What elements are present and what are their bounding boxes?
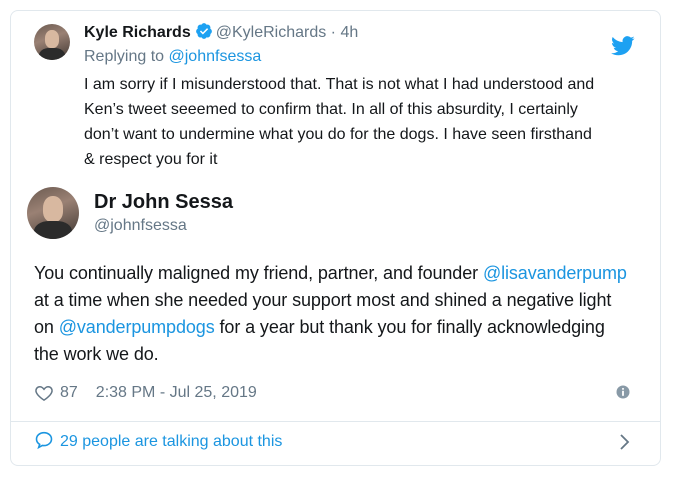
- tweet-timestamp[interactable]: 2:38 PM - Jul 25, 2019: [96, 384, 257, 402]
- main-author-name[interactable]: Dr John Sessa: [94, 191, 233, 214]
- tweet-actions-row: 87 2:38 PM - Jul 25, 2019: [34, 383, 257, 403]
- like-count[interactable]: 87: [60, 384, 78, 402]
- info-icon[interactable]: [616, 385, 630, 404]
- quoted-tweet-time[interactable]: · 4h: [331, 24, 359, 41]
- quoted-author-handle[interactable]: @KyleRichards: [216, 24, 327, 41]
- heart-icon[interactable]: [34, 383, 54, 403]
- speech-bubble-icon: [34, 430, 54, 455]
- twitter-bird-icon[interactable]: [611, 36, 635, 61]
- mention-link-vanderpumpdogs[interactable]: @vanderpumpdogs: [59, 317, 215, 337]
- main-tweet-text: You continually maligned my friend, part…: [34, 260, 634, 368]
- quoted-author-name[interactable]: Kyle Richards: [84, 24, 191, 41]
- john-sessa-avatar[interactable]: [27, 187, 79, 239]
- conversation-count-label[interactable]: 29 people are talking about this: [60, 433, 282, 451]
- main-author-handle[interactable]: @johnfsessa: [94, 217, 187, 235]
- conversation-link[interactable]: 29 people are talking about this: [34, 430, 282, 455]
- chevron-right-icon[interactable]: [618, 433, 630, 456]
- avatar-shirt: [34, 221, 72, 239]
- verified-badge-icon: [195, 22, 213, 45]
- kyle-richards-avatar[interactable]: [34, 24, 70, 60]
- replying-to-line: Replying to @johnfsessa: [84, 48, 261, 66]
- avatar-shirt: [39, 47, 65, 60]
- quoted-tweet-text: I am sorry if I misunderstood that. That…: [84, 76, 595, 168]
- footer-divider: [11, 421, 660, 422]
- replying-prefix: Replying to: [84, 48, 165, 65]
- replying-to-link[interactable]: @johnfsessa: [169, 48, 262, 65]
- avatar-face: [44, 30, 60, 49]
- quoted-tweet-header: Kyle Richards @KyleRichards · 4h: [84, 22, 358, 45]
- tweet-text-part: You continually maligned my friend, part…: [34, 263, 479, 283]
- mention-link-lisavanderpump[interactable]: @lisavanderpump: [483, 263, 627, 283]
- avatar-face: [42, 196, 64, 223]
